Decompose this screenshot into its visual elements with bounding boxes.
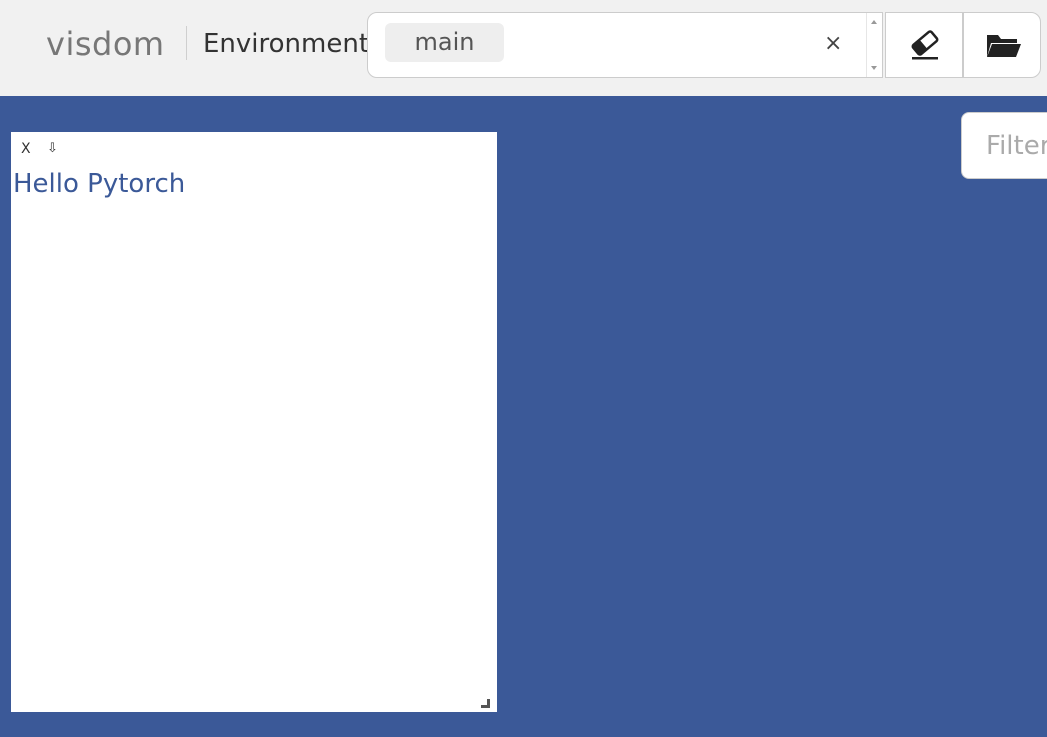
filter-input[interactable] — [962, 113, 1047, 178]
manage-environments-button[interactable] — [963, 12, 1041, 78]
filter-box[interactable] — [961, 112, 1047, 179]
pane-close-button[interactable]: X — [21, 140, 31, 158]
resize-handle-icon[interactable] — [479, 694, 491, 708]
environment-label: Environment — [203, 29, 370, 59]
brand-logo[interactable]: visdom — [46, 22, 165, 66]
scroll-down-arrow-icon[interactable] — [871, 66, 877, 70]
top-navbar: visdom Environment main × — [0, 0, 1047, 96]
text-pane[interactable]: X ⇩ Hello Pytorch — [11, 132, 497, 712]
environment-dropdown-arrows[interactable] — [866, 13, 883, 77]
eraser-icon — [911, 30, 939, 60]
pane-download-icon[interactable]: ⇩ — [47, 140, 58, 158]
scroll-up-arrow-icon[interactable] — [871, 20, 877, 24]
environment-select[interactable]: main × — [367, 12, 883, 78]
pane-content-text: Hello Pytorch — [13, 169, 186, 199]
visdom-page: visdom Environment main × Filter text X … — [0, 0, 1047, 737]
clear-selection-icon[interactable]: × — [824, 29, 842, 59]
brand-divider — [186, 26, 187, 60]
folder-open-icon — [987, 35, 1021, 57]
clear-environment-button[interactable] — [885, 12, 963, 78]
selected-environment-chip[interactable]: main — [385, 23, 504, 62]
